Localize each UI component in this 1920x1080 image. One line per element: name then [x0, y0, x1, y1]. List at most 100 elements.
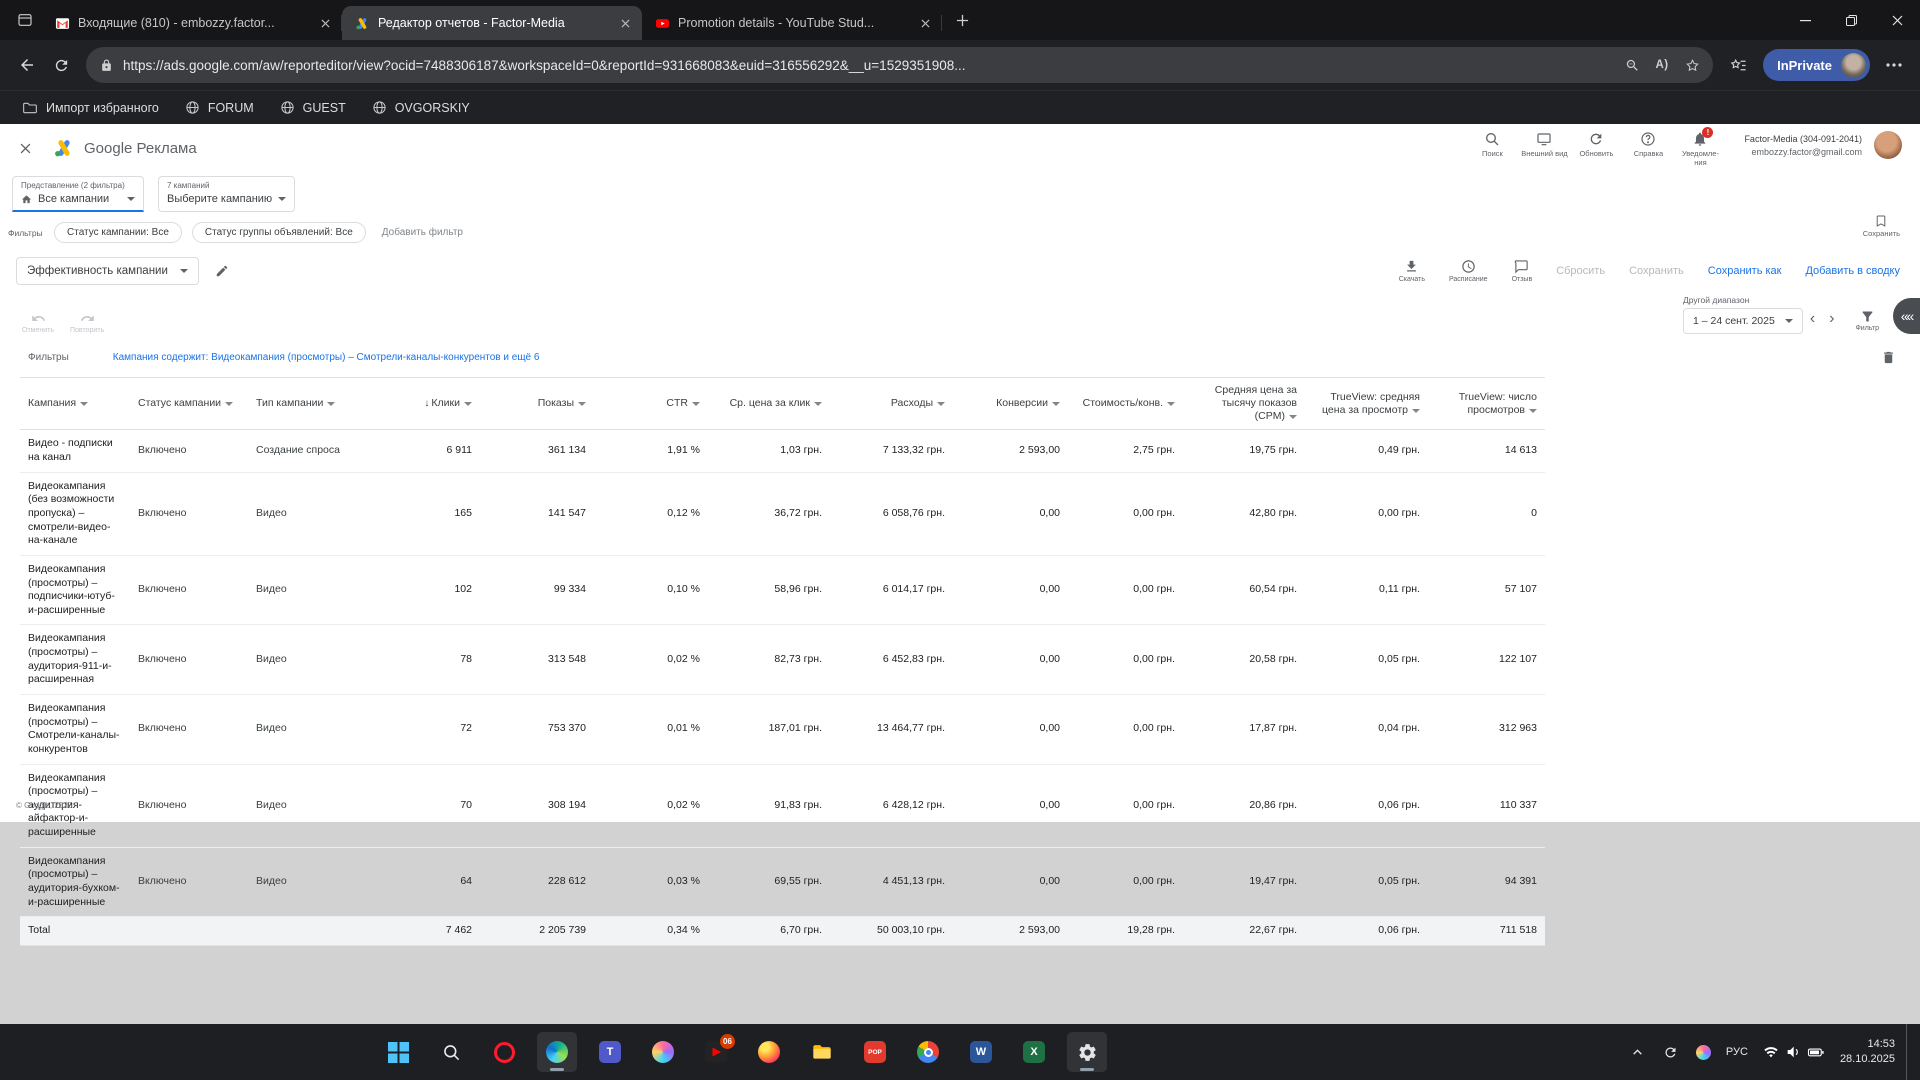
table-row[interactable]: Видеокампания (просмотры) – Смотрели-кан…	[20, 694, 1545, 764]
tab-actions-icon[interactable]	[8, 5, 42, 35]
add-to-summary-button[interactable]: Добавить в сводку	[1805, 265, 1900, 277]
column-header[interactable]: Кампания	[20, 378, 130, 430]
table-row[interactable]: Видеокампания (просмотры) – аудитория-91…	[20, 625, 1545, 695]
column-header[interactable]: Ср. цена за клик	[708, 378, 830, 430]
browser-menu-icon[interactable]	[1878, 49, 1910, 81]
minimize-button[interactable]	[1782, 0, 1828, 40]
date-range-select[interactable]: 1 – 24 сент. 2025	[1683, 308, 1803, 334]
column-header[interactable]: CTR	[594, 378, 708, 430]
table-cell[interactable]: Видеокампания (без возможности пропуска)…	[20, 472, 130, 555]
undo-button[interactable]: Отменить	[22, 311, 54, 334]
url-text[interactable]: https://ads.google.com/aw/reporteditor/v…	[123, 58, 1617, 73]
taskbar-start-button-icon[interactable]	[378, 1032, 418, 1072]
tab-close-icon[interactable]	[316, 14, 334, 32]
filter-chip[interactable]: Статус кампании: Все	[54, 222, 182, 243]
read-aloud-icon[interactable]: A)	[1647, 50, 1677, 80]
ads-close-icon[interactable]	[18, 141, 33, 156]
restore-button[interactable]	[1828, 0, 1874, 40]
taskbar-edge-icon[interactable]	[537, 1032, 577, 1072]
taskbar-firefox-icon[interactable]	[749, 1032, 789, 1072]
column-header[interactable]: Тип кампании	[248, 378, 366, 430]
save-as-button[interactable]: Сохранить как	[1708, 265, 1782, 277]
bookmark-item[interactable]: GUEST	[270, 96, 356, 119]
column-header[interactable]: TrueView: число просмотров	[1428, 378, 1545, 430]
bookmark-item[interactable]: OVGORSKIY	[362, 96, 480, 119]
browser-tab[interactable]: Редактор отчетов - Factor-Media	[342, 6, 642, 40]
column-header[interactable]: TrueView: средняя цена за просмотр	[1305, 378, 1428, 430]
save-button[interactable]: Сохранить	[1629, 265, 1684, 277]
browser-tab[interactable]: Входящие (810) - embozzy.factor...	[42, 6, 342, 40]
new-tab-button[interactable]	[948, 6, 976, 34]
sync-tray-icon[interactable]	[1660, 1041, 1682, 1063]
taskbar-settings-icon[interactable]	[1067, 1032, 1107, 1072]
taskbar-youtube-icon[interactable]: 06	[696, 1032, 736, 1072]
table-row[interactable]: Видео - подписки на каналВключеноСоздани…	[20, 430, 1545, 472]
topbar-search-button[interactable]: Поиск	[1466, 128, 1518, 167]
zoom-out-icon[interactable]	[1617, 50, 1647, 80]
table-row[interactable]: Видеокампания (просмотры) – подписчики-ю…	[20, 555, 1545, 625]
table-row[interactable]: Видеокампания (без возможности пропуска)…	[20, 472, 1545, 555]
prev-range-icon[interactable]: ‹	[1803, 310, 1822, 334]
tab-close-icon[interactable]	[916, 14, 934, 32]
column-header[interactable]: ↓Клики	[366, 378, 480, 430]
close-window-button[interactable]	[1874, 0, 1920, 40]
topbar-help-button[interactable]: Справка	[1622, 128, 1674, 167]
tray-app-icon[interactable]	[1693, 1041, 1715, 1063]
collapse-panel-button[interactable]: ««	[1893, 298, 1920, 334]
table-row[interactable]: Видеокампания (просмотры) – аудитория-бу…	[20, 847, 1545, 917]
trash-icon[interactable]	[1881, 350, 1896, 365]
table-cell[interactable]: Видеокампания (просмотры) – аудитория-91…	[20, 625, 130, 695]
next-range-icon[interactable]: ›	[1822, 310, 1841, 334]
add-filter-button[interactable]: Добавить фильтр	[382, 227, 463, 238]
bookmark-item[interactable]: Импорт избранного	[12, 96, 169, 120]
column-header[interactable]: Показы	[480, 378, 594, 430]
edit-pencil-icon[interactable]	[215, 264, 229, 278]
show-desktop-button[interactable]	[1906, 1024, 1912, 1080]
taskbar-opera-icon[interactable]	[484, 1032, 524, 1072]
reset-button[interactable]: Сбросить	[1556, 265, 1605, 277]
inprivate-badge[interactable]: InPrivate	[1763, 49, 1870, 81]
column-header[interactable]: Стоимость/конв.	[1068, 378, 1183, 430]
topbar-notifications-button[interactable]: Уведомле- ния!	[1674, 128, 1726, 167]
taskbar-excel-icon[interactable]: X	[1014, 1032, 1054, 1072]
tab-close-icon[interactable]	[616, 14, 634, 32]
topbar-appearance-button[interactable]: Внешний вид	[1518, 128, 1570, 167]
view-selector[interactable]: Представление (2 фильтра) Все кампании	[12, 176, 144, 212]
report-type-select[interactable]: Эффективность кампании	[16, 257, 199, 285]
column-header[interactable]: Расходы	[830, 378, 953, 430]
redo-button[interactable]: Повторить	[70, 311, 104, 334]
table-cell[interactable]: Видео - подписки на канал	[20, 430, 130, 472]
download-button[interactable]: Скачать	[1399, 259, 1425, 283]
taskbar-clock[interactable]: 14:53 28.10.2025	[1840, 1037, 1895, 1068]
taskbar-teams-icon[interactable]: T	[590, 1032, 630, 1072]
table-row[interactable]: Видеокампания (просмотры) – аудитория-ай…	[20, 764, 1545, 847]
taskbar-red-app-icon[interactable]: POP	[855, 1032, 895, 1072]
filter-chip[interactable]: Статус группы объявлений: Все	[192, 222, 366, 243]
favorite-star-icon[interactable]	[1677, 50, 1707, 80]
topbar-refresh-button[interactable]: Обновить	[1570, 128, 1622, 167]
network-volume-battery[interactable]	[1759, 1039, 1829, 1065]
taskbar-word-icon[interactable]: W	[961, 1032, 1001, 1072]
taskbar-copilot-icon[interactable]	[643, 1032, 683, 1072]
hidden-icons-chevron[interactable]	[1627, 1041, 1649, 1063]
lock-icon[interactable]	[100, 59, 113, 72]
column-header[interactable]: Конверсии	[953, 378, 1068, 430]
schedule-button[interactable]: Расписание	[1449, 259, 1488, 283]
column-header[interactable]: Статус кампании	[130, 378, 248, 430]
taskbar-taskbar-search-icon[interactable]	[431, 1032, 471, 1072]
column-header[interactable]: Средняя цена за тысячу показов (CPM)	[1183, 378, 1305, 430]
address-bar[interactable]: https://ads.google.com/aw/reporteditor/v…	[86, 47, 1713, 83]
favorites-hub-icon[interactable]	[1721, 48, 1755, 82]
applied-filter-link[interactable]: Кампания содержит: Видеокампания (просмо…	[113, 352, 540, 363]
browser-avatar[interactable]	[1841, 53, 1866, 78]
campaign-selector[interactable]: 7 кампаний Выберите кампанию	[158, 176, 295, 212]
feedback-button[interactable]: Отзыв	[1512, 259, 1533, 283]
table-cell[interactable]: Видеокампания (просмотры) – аудитория-бу…	[20, 847, 130, 917]
browser-tab[interactable]: Promotion details - YouTube Stud...	[642, 6, 942, 40]
account-avatar[interactable]	[1874, 131, 1902, 159]
table-filter-button[interactable]: Фильтр	[1855, 309, 1879, 332]
taskbar-chrome-icon[interactable]	[908, 1032, 948, 1072]
bookmark-item[interactable]: FORUM	[175, 96, 264, 119]
table-cell[interactable]: Видеокампания (просмотры) – подписчики-ю…	[20, 555, 130, 625]
back-icon[interactable]	[10, 48, 44, 82]
